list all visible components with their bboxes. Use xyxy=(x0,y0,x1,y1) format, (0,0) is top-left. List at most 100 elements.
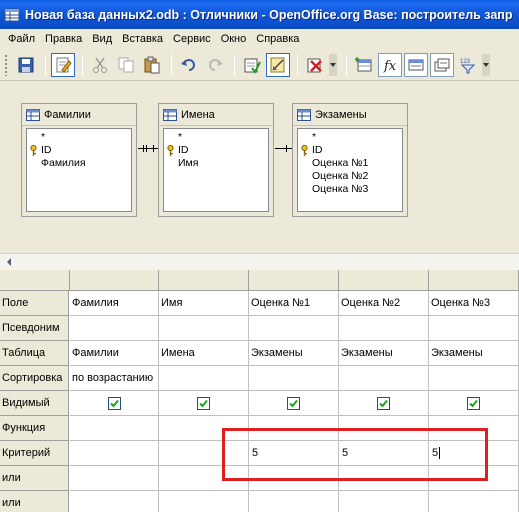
cell-visible[interactable] xyxy=(429,391,519,416)
column-header[interactable] xyxy=(70,270,159,291)
relation-line[interactable] xyxy=(275,148,292,149)
cell-alias[interactable] xyxy=(249,316,339,341)
menu-file[interactable]: Файл xyxy=(3,30,40,48)
cell-sort[interactable] xyxy=(339,366,429,391)
cell-criterion[interactable] xyxy=(70,441,159,466)
field-item[interactable]: ID xyxy=(167,144,268,157)
cell-table[interactable]: Экзамены xyxy=(339,341,429,366)
query-design-area: Фамилии * ID Фамилия Имена * ID Имя Экза… xyxy=(0,81,519,253)
corner-header xyxy=(0,270,70,291)
cell-or-2[interactable] xyxy=(429,491,519,512)
field-item[interactable]: ID xyxy=(30,144,131,157)
table-window-ekzameny[interactable]: Экзамены * ID Оценка №1 Оценка №2 Оценка… xyxy=(292,103,408,217)
table-window-familii[interactable]: Фамилии * ID Фамилия xyxy=(21,103,137,217)
cell-visible[interactable] xyxy=(159,391,249,416)
column-header[interactable] xyxy=(429,270,519,291)
toolbar: fx 123 xyxy=(0,49,519,81)
cell-field[interactable]: Имя xyxy=(159,291,249,316)
save-button[interactable] xyxy=(14,53,38,77)
run-query-button[interactable] xyxy=(240,53,264,77)
table-window-header[interactable]: Экзамены xyxy=(293,104,407,126)
field-item[interactable]: Фамилия xyxy=(41,157,131,170)
field-item[interactable]: * xyxy=(312,131,402,144)
cell-alias[interactable] xyxy=(339,316,429,341)
field-item[interactable]: ID xyxy=(301,144,402,157)
menu-insert[interactable]: Вставка xyxy=(117,30,168,48)
menu-window[interactable]: Окно xyxy=(216,30,252,48)
table-window-header[interactable]: Имена xyxy=(159,104,273,126)
distinct-values-icon: 123 xyxy=(460,59,476,73)
column-header[interactable] xyxy=(159,270,249,291)
field-item[interactable]: Имя xyxy=(178,157,268,170)
cell-sort[interactable] xyxy=(159,366,249,391)
undo-button[interactable] xyxy=(177,53,201,77)
visible-checkbox[interactable] xyxy=(197,397,210,410)
distinct-values-button[interactable]: 123 xyxy=(456,53,480,77)
cell-alias[interactable] xyxy=(429,316,519,341)
edit-mode-button[interactable] xyxy=(51,52,75,77)
table-window-imena[interactable]: Имена * ID Имя xyxy=(158,103,274,217)
cut-button[interactable] xyxy=(88,53,112,77)
menu-tools[interactable]: Сервис xyxy=(168,30,216,48)
cell-field[interactable]: Оценка №1 xyxy=(249,291,339,316)
redo-button[interactable] xyxy=(203,53,227,77)
field-item[interactable]: * xyxy=(41,131,131,144)
paste-button[interactable] xyxy=(140,53,164,77)
cell-visible[interactable] xyxy=(339,391,429,416)
cell-field[interactable]: Оценка №2 xyxy=(339,291,429,316)
table-name-button[interactable] xyxy=(404,52,428,77)
field-item[interactable]: * xyxy=(178,131,268,144)
clear-query-button[interactable] xyxy=(303,53,327,77)
menu-bar: Файл Правка Вид Вставка Сервис Окно Спра… xyxy=(0,29,519,49)
relation-line[interactable] xyxy=(138,148,158,149)
cell-visible[interactable] xyxy=(249,391,339,416)
cell-table[interactable]: Экзамены xyxy=(429,341,519,366)
cell-or-1[interactable] xyxy=(70,466,159,491)
copy-button[interactable] xyxy=(114,53,138,77)
row-label-criterion: Критерий xyxy=(0,441,69,466)
field-item[interactable]: Оценка №3 xyxy=(312,183,402,196)
scroll-left-button[interactable] xyxy=(0,254,17,270)
visible-checkbox[interactable] xyxy=(467,397,480,410)
cell-field[interactable]: Оценка №3 xyxy=(429,291,519,316)
cell-table[interactable]: Экзамены xyxy=(249,341,339,366)
cell-text: Экзамены xyxy=(341,347,393,359)
toolbar-dropdown-2[interactable] xyxy=(482,53,490,76)
column-header[interactable] xyxy=(339,270,429,291)
design-view-button[interactable] xyxy=(266,52,290,77)
alias-button[interactable] xyxy=(430,52,454,77)
menu-view[interactable]: Вид xyxy=(87,30,117,48)
field-item[interactable]: Оценка №2 xyxy=(312,170,402,183)
menu-help[interactable]: Справка xyxy=(251,30,304,48)
cell-sort[interactable] xyxy=(249,366,339,391)
toolbar-dropdown-1[interactable] xyxy=(329,53,337,76)
field-list: * ID Фамилия xyxy=(26,128,132,212)
cell-visible[interactable] xyxy=(70,391,159,416)
cell-table[interactable]: Имена xyxy=(159,341,249,366)
menu-edit[interactable]: Правка xyxy=(40,30,87,48)
cell-or-2[interactable] xyxy=(339,491,429,512)
toolbar-grip[interactable] xyxy=(4,53,8,76)
visible-checkbox[interactable] xyxy=(107,397,121,410)
cell-or-2[interactable] xyxy=(159,491,249,512)
cell-sort[interactable]: по возрастанию xyxy=(70,366,159,391)
cell-field[interactable]: Фамилия xyxy=(70,291,159,316)
cell-or-2[interactable] xyxy=(70,491,159,512)
visible-checkbox[interactable] xyxy=(287,397,300,410)
add-table-icon xyxy=(355,56,372,71)
add-table-button[interactable] xyxy=(352,53,376,77)
checkmark-icon xyxy=(199,399,208,408)
field-item[interactable]: Оценка №1 xyxy=(312,157,402,170)
cell-table[interactable]: Фамилии xyxy=(70,341,159,366)
visible-checkbox[interactable] xyxy=(377,397,390,410)
table-window-header[interactable]: Фамилии xyxy=(22,104,136,126)
cell-alias[interactable] xyxy=(159,316,249,341)
cell-alias[interactable] xyxy=(70,316,159,341)
table-icon xyxy=(163,108,177,121)
column-header[interactable] xyxy=(249,270,339,291)
functions-button[interactable]: fx xyxy=(378,52,402,77)
cell-sort[interactable] xyxy=(429,366,519,391)
cell-or-2[interactable] xyxy=(249,491,339,512)
horizontal-scrollbar[interactable] xyxy=(0,253,519,270)
cell-function[interactable] xyxy=(70,416,159,441)
